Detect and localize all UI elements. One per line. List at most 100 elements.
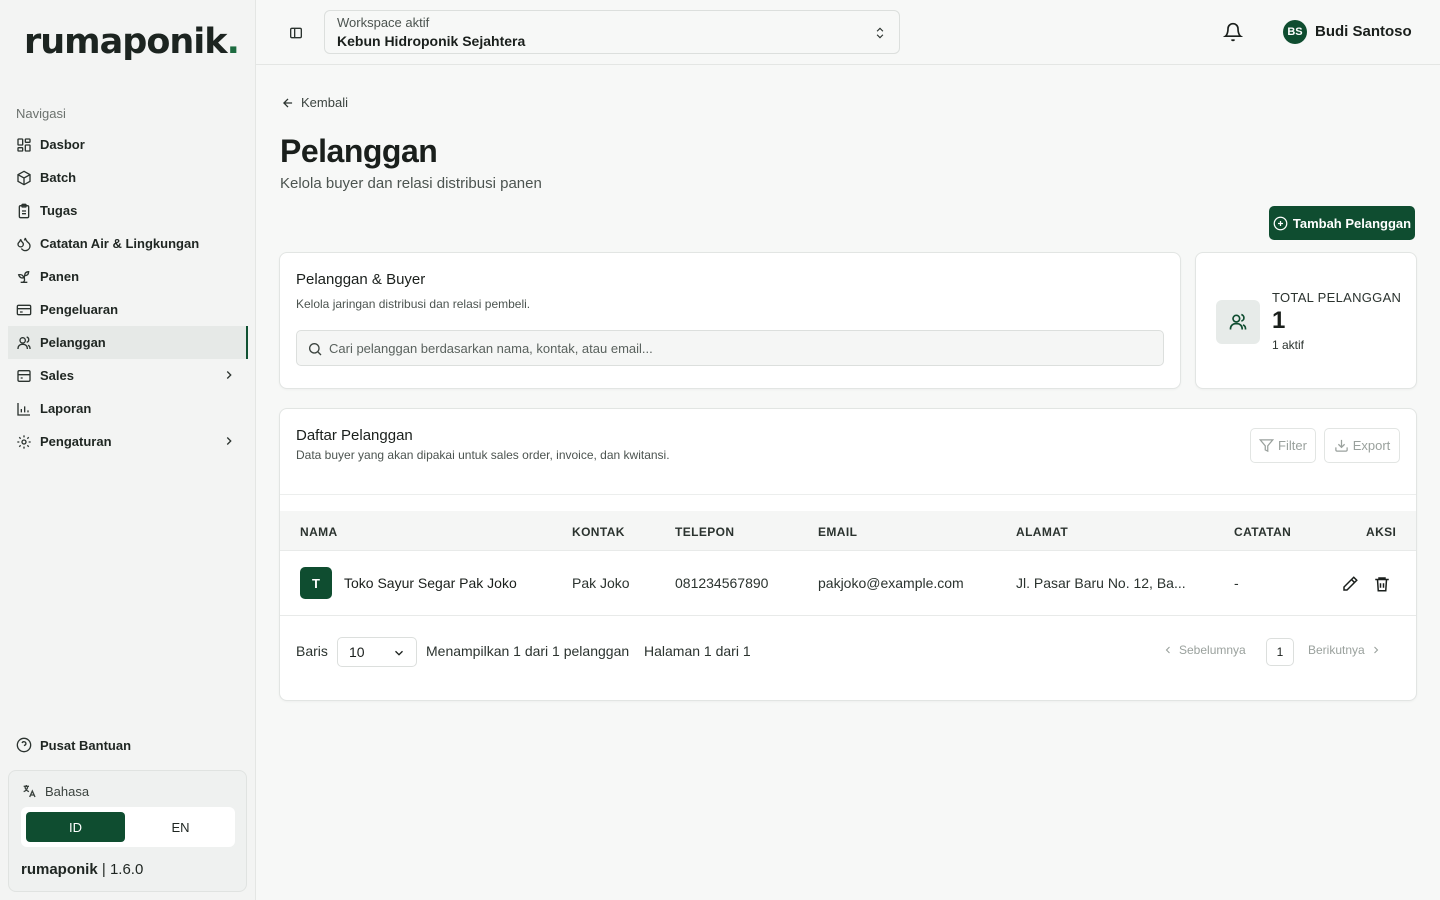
sidebar-item-pengaturan[interactable]: Pengaturan — [8, 425, 248, 458]
customer-list-card: Daftar Pelanggan Data buyer yang akan di… — [279, 408, 1417, 701]
customer-phone: 081234567890 — [675, 575, 769, 591]
sidebar-item-catatan-air[interactable]: Catatan Air & Lingkungan — [8, 227, 248, 260]
app-version: rumaponik | 1.6.0 — [21, 861, 143, 878]
sprout-icon — [17, 270, 30, 283]
sidebar-item-label: Dasbor — [40, 137, 85, 152]
sidebar-item-panen[interactable]: Panen — [8, 260, 248, 293]
customer-notes: - — [1234, 575, 1239, 591]
help-circle-icon — [16, 737, 32, 753]
back-link[interactable]: Kembali — [281, 95, 348, 110]
column-header-catatan[interactable]: CATATAN — [1234, 525, 1291, 539]
trash-icon[interactable] — [1373, 575, 1391, 593]
stat-label: TOTAL PELANGGAN — [1272, 290, 1402, 305]
sidebar-item-label: Sales — [40, 368, 74, 383]
divider — [280, 494, 1416, 495]
customer-initial-avatar: T — [300, 567, 332, 599]
user-name[interactable]: Budi Santoso — [1315, 23, 1412, 40]
search-box — [296, 330, 1164, 366]
search-icon — [309, 343, 322, 356]
nav-section-label: Navigasi — [16, 106, 66, 121]
next-page-button[interactable]: Berikutnya — [1308, 643, 1382, 657]
download-icon — [1334, 439, 1348, 452]
filter-button[interactable]: Filter — [1250, 428, 1316, 463]
export-button[interactable]: Export — [1324, 428, 1400, 463]
sidebar-item-label: Tugas — [40, 203, 78, 218]
language-option-en[interactable]: EN — [131, 812, 230, 842]
search-card: Pelanggan & Buyer Kelola jaringan distri… — [279, 252, 1181, 389]
dashboard-icon — [17, 137, 31, 152]
top-header: Workspace aktif Kebun Hidroponik Sejahte… — [256, 0, 1440, 65]
sidebar-item-pelanggan[interactable]: Pelanggan — [8, 326, 248, 359]
chevron-right-icon — [1373, 646, 1378, 654]
total-customers-card: TOTAL PELANGGAN 1 1 aktif — [1195, 252, 1417, 389]
sidebar-item-label: Pelanggan — [40, 335, 106, 350]
sidebar-toggle-icon[interactable] — [288, 25, 304, 41]
export-label: Export — [1352, 438, 1391, 453]
sidebar-item-label: Pengaturan — [40, 434, 112, 449]
column-header-email[interactable]: EMAIL — [818, 525, 857, 539]
rows-per-page-select[interactable]: 10 — [337, 637, 417, 667]
sidebar-item-sales[interactable]: Sales — [8, 359, 248, 392]
sidebar-item-tugas[interactable]: Tugas — [8, 194, 248, 227]
chevron-down-icon — [395, 650, 403, 656]
users-icon — [1229, 313, 1247, 330]
version-number: 1.6.0 — [109, 861, 144, 878]
chevron-right-icon — [226, 371, 232, 379]
sidebar-item-label: Batch — [40, 170, 77, 185]
column-header-telepon[interactable]: TELEPON — [675, 525, 734, 539]
sidebar-item-label: Pengeluaran — [40, 302, 119, 317]
translate-icon — [23, 785, 36, 798]
previous-page-button[interactable]: Sebelumnya — [1162, 643, 1246, 657]
droplets-icon — [17, 237, 31, 251]
list-title: Daftar Pelanggan — [296, 427, 413, 444]
sidebar-nav: Dasbor Batch Tugas Catatan Air & Lingkun… — [8, 128, 248, 458]
bar-chart-icon — [17, 402, 30, 416]
pagination-info: Menampilkan 1 dari 1 pelanggan — [426, 643, 630, 659]
gear-icon — [17, 434, 31, 449]
package-icon — [17, 170, 31, 185]
page-info: Halaman 1 dari 1 — [644, 643, 751, 659]
users-icon — [17, 335, 31, 349]
version-brand: rumaponik — [21, 861, 98, 878]
column-header-kontak[interactable]: KONTAK — [572, 525, 625, 539]
avatar[interactable]: BS — [1283, 20, 1307, 44]
search-card-description: Kelola jaringan distribusi dan relasi pe… — [296, 297, 531, 311]
bell-icon[interactable] — [1223, 22, 1243, 42]
app-logo[interactable]: rumaponik. — [24, 22, 240, 62]
sidebar-item-dasbor[interactable]: Dasbor — [8, 128, 248, 161]
chevron-right-icon — [226, 437, 232, 445]
workspace-selector[interactable]: Workspace aktif Kebun Hidroponik Sejahte… — [324, 10, 900, 54]
customer-email: pakjoko@example.com — [818, 575, 964, 591]
receipt-icon — [17, 369, 31, 382]
edit-icon[interactable] — [1341, 575, 1359, 593]
sidebar-item-laporan[interactable]: Laporan — [8, 392, 248, 425]
search-input[interactable] — [329, 331, 1149, 365]
stat-icon-box — [1216, 300, 1260, 344]
language-panel: Bahasa ID EN rumaponik | 1.6.0 — [8, 770, 247, 892]
stat-sub: 1 aktif — [1272, 338, 1305, 352]
page-subtitle: Kelola buyer dan relasi distribusi panen — [280, 175, 542, 192]
add-customer-button[interactable]: Tambah Pelanggan — [1269, 206, 1415, 240]
column-header-alamat[interactable]: ALAMAT — [1016, 525, 1068, 539]
rows-label: Baris — [296, 643, 328, 659]
sidebar-item-batch[interactable]: Batch — [8, 161, 248, 194]
sidebar-item-pengeluaran[interactable]: Pengeluaran — [8, 293, 248, 326]
clipboard-icon — [18, 203, 30, 218]
workspace-label: Workspace aktif — [337, 15, 430, 30]
filter-label: Filter — [1278, 438, 1307, 453]
customer-address: Jl. Pasar Baru No. 12, Ba... — [1016, 575, 1186, 591]
column-header-nama[interactable]: NAMA — [300, 525, 338, 539]
pagination: Baris 10 Menampilkan 1 dari 1 pelanggan … — [280, 637, 1416, 667]
language-toggle: ID EN — [21, 807, 235, 847]
previous-page-label: Sebelumnya — [1179, 643, 1246, 657]
help-center-link[interactable]: Pusat Bantuan — [16, 737, 131, 753]
sidebar-item-label: Catatan Air & Lingkungan — [40, 236, 200, 251]
arrow-left-icon — [283, 97, 293, 108]
language-option-id[interactable]: ID — [26, 812, 125, 842]
rows-per-page-value: 10 — [349, 644, 365, 660]
table-row[interactable]: T Toko Sayur Segar Pak Joko Pak Joko 081… — [280, 551, 1416, 616]
chevrons-up-down-icon — [876, 27, 884, 39]
add-customer-label: Tambah Pelanggan — [1292, 215, 1412, 231]
table-header: NAMA KONTAK TELEPON EMAIL ALAMAT CATATAN… — [280, 511, 1416, 551]
page-number-button[interactable]: 1 — [1266, 638, 1294, 666]
